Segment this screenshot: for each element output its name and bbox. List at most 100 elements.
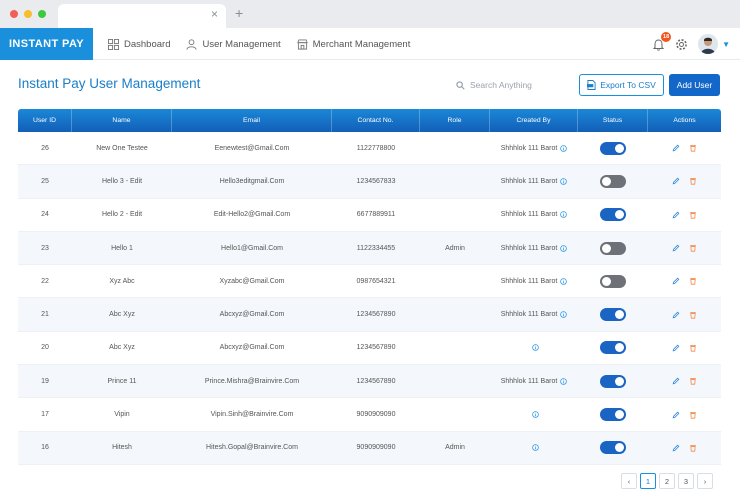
prev-page-button[interactable]: ‹ — [621, 473, 637, 489]
created-by-wrap — [529, 344, 539, 352]
status-toggle[interactable] — [600, 441, 626, 455]
created-by-wrap — [529, 411, 539, 418]
trash-icon[interactable] — [689, 411, 697, 419]
add-user-button[interactable]: Add User — [669, 74, 720, 96]
info-icon[interactable] — [532, 411, 539, 418]
minimize-window-button[interactable] — [24, 10, 32, 18]
trash-icon[interactable] — [689, 211, 697, 219]
info-icon[interactable] — [560, 278, 568, 285]
new-tab-icon[interactable]: + — [235, 5, 243, 21]
edit-icon[interactable] — [672, 311, 680, 319]
trash-icon[interactable] — [689, 177, 697, 186]
browser-tab[interactable]: × — [58, 4, 226, 28]
edit-icon[interactable] — [672, 344, 680, 352]
status-toggle[interactable] — [600, 141, 626, 155]
page-3-button[interactable]: 3 — [678, 473, 694, 489]
notification-button[interactable]: 18 — [652, 31, 672, 51]
main-nav: Dashboard User Management Merchant Manag… — [108, 28, 410, 60]
info-icon[interactable] — [532, 344, 539, 352]
close-window-button[interactable] — [10, 10, 18, 18]
cell-name: New One Testee — [96, 144, 148, 152]
cell-name: Abc Xyz — [109, 344, 135, 352]
cell-actions — [648, 132, 721, 164]
cell-email: Hello1@Gmail.Com — [221, 244, 283, 252]
trash-icon[interactable] — [689, 144, 697, 152]
table-row: 23 Hello 1 Hello1@Gmail.Com 1122334455 A… — [18, 231, 721, 266]
chevron-down-icon[interactable]: ▼ — [722, 40, 730, 49]
page-2-button[interactable]: 2 — [659, 473, 675, 489]
column-header-email[interactable]: Email — [172, 109, 332, 132]
status-toggle[interactable] — [600, 308, 626, 322]
edit-icon[interactable] — [672, 444, 680, 452]
status-toggle[interactable] — [600, 274, 626, 288]
trash-icon[interactable] — [689, 311, 697, 319]
edit-icon[interactable] — [672, 277, 680, 285]
info-icon[interactable] — [560, 377, 568, 385]
status-toggle[interactable] — [600, 341, 626, 355]
column-header-name[interactable]: Name — [72, 109, 172, 132]
cell-email: Vipin.Sinh@Brainvire.Com — [210, 411, 294, 419]
edit-icon[interactable] — [672, 244, 680, 252]
cell-contact: 1234567890 — [356, 311, 396, 319]
maximize-window-button[interactable] — [38, 10, 46, 18]
column-header-contact[interactable]: Contact No. — [332, 109, 420, 132]
cell-contact: 6677889911 — [356, 211, 396, 219]
gear-icon[interactable] — [675, 38, 688, 51]
row-actions — [672, 444, 697, 452]
row-actions — [672, 244, 697, 252]
edit-icon[interactable] — [672, 211, 680, 219]
edit-icon[interactable] — [672, 144, 680, 152]
info-icon[interactable] — [560, 211, 568, 219]
status-toggle[interactable] — [600, 208, 626, 222]
cell-name: Hello 1 — [111, 244, 133, 252]
cell-status — [578, 232, 648, 264]
status-toggle[interactable] — [600, 374, 626, 388]
edit-icon[interactable] — [672, 377, 680, 385]
trash-icon[interactable] — [689, 444, 697, 452]
column-header-created-by[interactable]: Created By — [490, 109, 578, 132]
info-icon[interactable] — [560, 244, 568, 252]
cell-name: Hitesh — [112, 444, 132, 452]
cell-status — [578, 298, 648, 330]
status-toggle[interactable] — [600, 408, 626, 422]
info-icon[interactable] — [560, 144, 568, 152]
trash-icon[interactable] — [689, 344, 697, 352]
table-row: 16 Hitesh Hitesh.Gopal@Brainvire.Com 909… — [18, 431, 721, 465]
cell-email: Eenewtest@Gmail.Com — [214, 144, 290, 152]
export-csv-button[interactable]: Export To CSV — [579, 74, 664, 96]
edit-icon[interactable] — [672, 177, 680, 185]
trash-icon[interactable] — [689, 377, 697, 385]
toggle-knob — [602, 243, 611, 253]
close-tab-icon[interactable]: × — [211, 7, 218, 21]
cell-status — [578, 199, 648, 231]
cell-email: Prince.Mishra@Brainvire.Com — [204, 377, 300, 385]
search-input[interactable]: Search Anything — [450, 74, 574, 96]
nav-item-dashboard[interactable]: Dashboard — [108, 38, 170, 50]
edit-icon[interactable] — [672, 411, 680, 419]
cell-contact: 1234567890 — [356, 377, 396, 385]
brand-logo[interactable]: INSTANT PAY — [0, 28, 93, 60]
info-icon[interactable] — [560, 178, 568, 185]
cell-email: Abcxyz@Gmail.Com — [219, 344, 285, 352]
row-actions — [672, 344, 697, 352]
cell-user-id: 23 — [41, 244, 49, 252]
column-header-role[interactable]: Role — [420, 109, 490, 132]
next-page-button[interactable]: › — [697, 473, 713, 489]
cell-email: Hello3editgmail.Com — [219, 177, 285, 185]
nav-item-merchant-management[interactable]: Merchant Management — [296, 39, 410, 50]
page-1-button[interactable]: 1 — [640, 473, 656, 489]
info-icon[interactable] — [532, 444, 539, 452]
avatar[interactable] — [698, 34, 719, 54]
column-header-status[interactable]: Status — [578, 109, 648, 132]
cell-contact: 1234567833 — [356, 177, 396, 185]
table-header: User ID Name Email Contact No. Role Crea… — [18, 109, 721, 132]
status-toggle[interactable] — [600, 174, 626, 188]
trash-icon[interactable] — [689, 244, 697, 252]
status-toggle[interactable] — [600, 241, 626, 255]
row-actions — [672, 311, 697, 319]
nav-item-user-management[interactable]: User Management — [186, 39, 281, 50]
column-header-user-id[interactable]: User ID — [18, 109, 72, 132]
info-icon[interactable] — [560, 311, 568, 318]
trash-icon[interactable] — [689, 277, 697, 285]
window-controls — [10, 10, 46, 18]
